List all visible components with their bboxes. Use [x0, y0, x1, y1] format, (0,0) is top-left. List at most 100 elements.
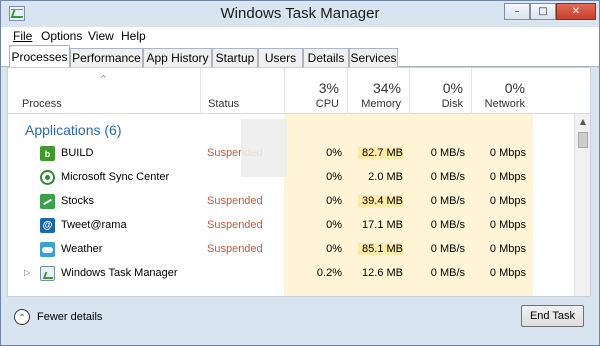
expand-chevron-icon[interactable]: ▷ [24, 268, 30, 277]
menu-file[interactable]: File [13, 29, 32, 43]
process-cpu: 0% [326, 171, 342, 183]
tab-startup-label: Startup [215, 51, 255, 65]
tab-details-label: Details [307, 51, 345, 65]
task-manager-icon [40, 266, 55, 281]
maximize-icon: □ [538, 6, 548, 17]
process-network: 0 Mbps [489, 267, 526, 279]
process-cpu: 0% [326, 243, 342, 255]
end-task-label: End Task [529, 310, 576, 322]
process-memory: 2.0 MB [368, 171, 403, 183]
menu-bar: File Options View Help [1, 27, 599, 45]
weather-icon [40, 242, 55, 257]
process-network: 0 Mbps [489, 171, 526, 183]
table-row[interactable]: Weather Suspended 0% 85.1 MB 0 MB/s 0 Mb… [8, 238, 574, 262]
tab-processes-label: Processes [11, 50, 68, 64]
table-row[interactable]: Microsoft Sync Center 0% 2.0 MB 0 MB/s 0… [8, 166, 574, 190]
tab-users-label: Users [264, 51, 297, 65]
process-name: Weather [61, 243, 103, 255]
build-icon: b [40, 146, 55, 161]
process-list-panel: ^ Process Status 3% CPU 34% Memory 0% Di… [7, 67, 591, 297]
process-name: Windows Task Manager [61, 267, 178, 279]
process-memory: 17.1 MB [362, 219, 403, 231]
process-status: Suspended [207, 219, 263, 231]
column-process-label: Process [22, 98, 62, 110]
column-cpu[interactable]: 3% CPU [284, 68, 347, 114]
menu-help[interactable]: Help [121, 29, 146, 43]
footer-bar: ⌃ Fewer details End Task [1, 299, 599, 345]
tab-app-history[interactable]: App History [143, 48, 212, 67]
tab-users[interactable]: Users [258, 48, 303, 67]
process-network: 0 Mbps [489, 243, 526, 255]
tab-bar: Processes Performance App History Startu… [1, 45, 599, 68]
process-cpu: 0% [326, 195, 342, 207]
close-icon: ✕ [571, 6, 581, 17]
column-headers: ^ Process Status 3% CPU 34% Memory 0% Di… [8, 68, 590, 114]
process-network: 0 Mbps [489, 195, 526, 207]
scroll-up-arrow-icon[interactable]: ▲ [575, 114, 590, 128]
close-button[interactable]: ✕ [556, 3, 596, 20]
minimize-button[interactable]: – [504, 3, 530, 20]
maximize-button[interactable]: □ [530, 3, 556, 20]
task-manager-window: Windows Task Manager – □ ✕ File Options … [0, 0, 600, 346]
tweetrama-icon: @ [40, 218, 55, 233]
column-status-label: Status [208, 98, 240, 110]
process-name: Stocks [61, 195, 95, 207]
column-memory-label: Memory [361, 98, 401, 110]
process-status: Suspended [207, 243, 263, 255]
minimize-icon: – [514, 6, 520, 17]
process-memory: 12.6 MB [362, 267, 403, 279]
menu-view[interactable]: View [88, 29, 114, 43]
menu-options-label: Options [41, 29, 83, 43]
table-row[interactable]: @ Tweet@rama Suspended 0% 17.1 MB 0 MB/s… [8, 214, 574, 238]
tab-performance-label: Performance [72, 51, 141, 65]
menu-view-label: View [88, 29, 114, 43]
watermark-overlay [241, 119, 287, 177]
column-process[interactable]: ^ Process [8, 68, 200, 114]
process-rows: Applications (6) b BUILD Suspended 0% 82… [8, 114, 574, 296]
applications-group-label: Applications (6) [25, 122, 122, 138]
sync-center-icon [40, 170, 55, 185]
build-icon-glyph: b [44, 148, 51, 159]
process-cpu: 0% [326, 219, 342, 231]
memory-total-percent: 34% [372, 80, 401, 96]
menu-file-label: File [13, 29, 33, 43]
scroll-thumb[interactable] [578, 132, 588, 148]
process-name: Tweet@rama [61, 219, 127, 231]
menu-options[interactable]: Options [41, 29, 82, 43]
column-disk[interactable]: 0% Disk [409, 68, 471, 114]
column-memory[interactable]: 34% Memory [347, 68, 409, 114]
process-network: 0 Mbps [489, 147, 526, 159]
process-disk: 0 MB/s [430, 147, 465, 159]
tab-startup[interactable]: Startup [212, 48, 258, 67]
network-total-percent: 0% [504, 80, 525, 96]
process-disk: 0 MB/s [430, 195, 465, 207]
tab-services[interactable]: Services [349, 48, 398, 67]
applications-group-header[interactable]: Applications (6) [8, 118, 574, 142]
menu-help-label: Help [121, 29, 146, 43]
process-status: Suspended [207, 195, 263, 207]
sort-caret-icon: ^ [100, 74, 107, 83]
fewer-details-link[interactable]: Fewer details [37, 311, 102, 323]
process-memory: 82.7 MB [358, 147, 403, 159]
table-row[interactable]: b BUILD Suspended 0% 82.7 MB 0 MB/s 0 Mb… [8, 142, 574, 166]
table-row[interactable]: Stocks Suspended 0% 39.4 MB 0 MB/s 0 Mbp… [8, 190, 574, 214]
column-cpu-label: CPU [315, 98, 339, 110]
cpu-total-percent: 3% [318, 80, 339, 96]
process-disk: 0 MB/s [430, 171, 465, 183]
tab-details[interactable]: Details [303, 48, 349, 67]
end-task-button[interactable]: End Task [521, 305, 584, 327]
stocks-icon [40, 194, 55, 209]
column-status[interactable]: Status [200, 68, 284, 114]
process-cpu: 0% [326, 147, 342, 159]
tweetrama-icon-glyph: @ [42, 220, 53, 231]
tab-processes[interactable]: Processes [9, 45, 70, 68]
collapse-chevron-up-icon[interactable]: ⌃ [14, 309, 30, 325]
process-disk: 0 MB/s [430, 219, 465, 231]
column-network[interactable]: 0% Network [471, 68, 533, 114]
table-row[interactable]: ▷ Windows Task Manager 0.2% 12.6 MB 0 MB… [8, 262, 574, 286]
title-bar: Windows Task Manager – □ ✕ [1, 1, 599, 27]
tab-performance[interactable]: Performance [70, 48, 143, 67]
process-memory: 39.4 MB [358, 195, 403, 207]
column-disk-label: Disk [441, 98, 463, 110]
vertical-scrollbar[interactable]: ▲ [574, 114, 590, 296]
